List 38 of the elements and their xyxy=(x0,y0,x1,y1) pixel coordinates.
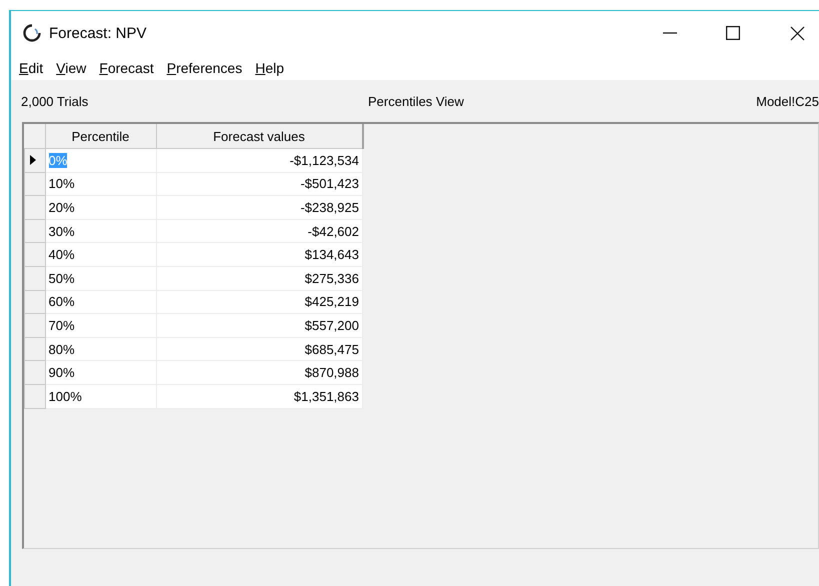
table-cell: 60% xyxy=(45,290,156,314)
table-cell: 50% xyxy=(45,266,156,290)
table-cell: 40% xyxy=(45,242,156,266)
column-header[interactable]: Forecast values xyxy=(156,124,362,148)
table-cell: $425,219 xyxy=(156,290,362,314)
menu-item[interactable]: Help xyxy=(255,60,284,76)
table-cell: $275,336 xyxy=(156,266,362,290)
view-name: Percentiles View xyxy=(368,94,465,108)
table-cell: 100% xyxy=(45,384,156,408)
table-cell: $870,988 xyxy=(156,360,362,384)
cell-reference: Model!C25 xyxy=(756,94,819,108)
table-cell: -$1,123,534 xyxy=(156,148,362,172)
menu-item[interactable]: Preferences xyxy=(166,60,242,76)
menu-item[interactable]: View xyxy=(56,60,86,76)
table-cell: $1,351,863 xyxy=(156,384,362,408)
trials-count: 2,000 Trials xyxy=(21,94,90,108)
table-cell: 0% xyxy=(45,148,156,172)
table-cell: 20% xyxy=(45,196,156,220)
column-header[interactable]: Percentile xyxy=(45,124,156,148)
app-logo-icon xyxy=(23,24,41,42)
table-cell: 80% xyxy=(45,337,156,361)
table-cell: $134,643 xyxy=(156,242,362,266)
table-cell: $685,475 xyxy=(156,337,362,361)
table-cell: 90% xyxy=(45,360,156,384)
current-row-icon xyxy=(30,154,36,165)
table-cell: 70% xyxy=(45,314,156,338)
table-cell: -$501,423 xyxy=(156,172,362,196)
table-cell: 10% xyxy=(45,172,156,196)
close-icon[interactable] xyxy=(790,26,805,40)
row-header[interactable] xyxy=(24,148,45,172)
menu-item[interactable]: Forecast xyxy=(99,60,154,76)
table-cell: 30% xyxy=(45,219,156,243)
table-cell: -$42,602 xyxy=(156,219,362,243)
menu-item[interactable]: Edit xyxy=(19,60,44,76)
window-title: Forecast: NPV xyxy=(49,24,147,42)
maximize-icon[interactable] xyxy=(726,26,740,40)
table-cell: -$238,925 xyxy=(156,196,362,220)
table-cell: $557,200 xyxy=(156,314,362,338)
